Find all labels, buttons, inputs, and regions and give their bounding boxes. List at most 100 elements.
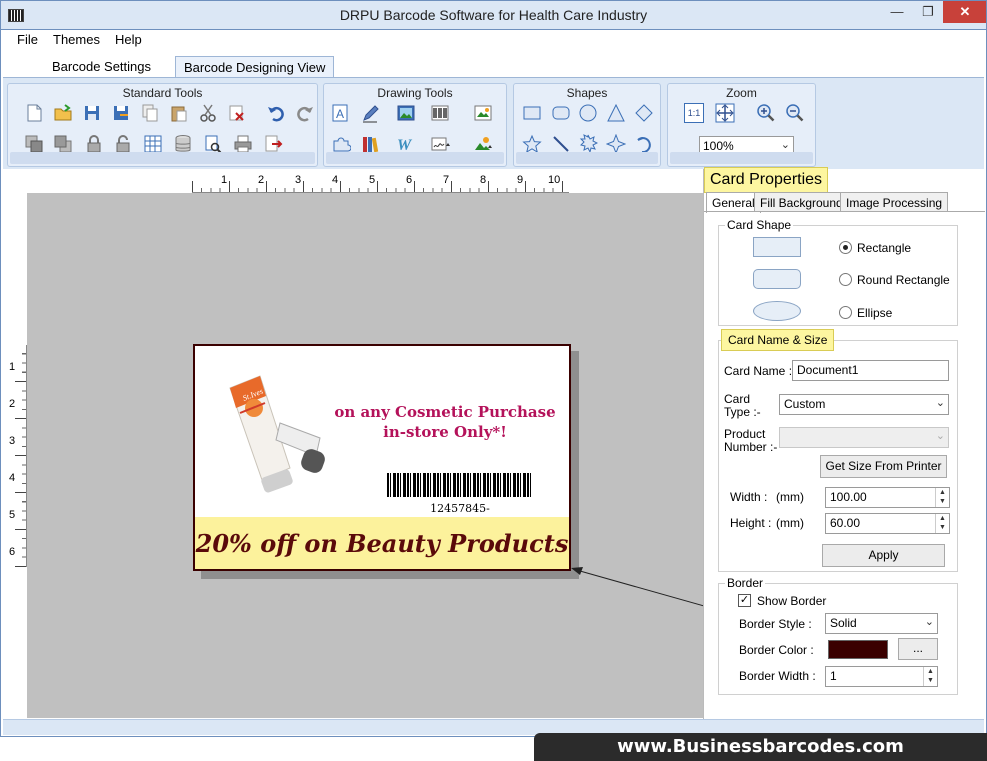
- watermark-tool-icon[interactable]: [473, 103, 493, 123]
- round-rectangle-shape-icon[interactable]: [551, 103, 571, 123]
- tab-general[interactable]: General: [706, 192, 761, 213]
- card-type-select[interactable]: Custom ⌄: [779, 394, 949, 415]
- tab-image-processing[interactable]: Image Processing: [840, 192, 949, 212]
- svg-text:A: A: [336, 107, 344, 121]
- ruler-mark: 2: [258, 174, 265, 186]
- rectangle-label: Rectangle: [857, 241, 912, 255]
- promo-text[interactable]: on any Cosmetic Purchase in-store Only*!: [325, 402, 565, 442]
- get-size-from-printer-button[interactable]: Get Size From Printer: [820, 455, 947, 478]
- rectangle-radio[interactable]: [839, 241, 852, 254]
- open-icon[interactable]: [53, 103, 73, 123]
- border-color-swatch[interactable]: [828, 640, 888, 659]
- minimize-button[interactable]: —: [881, 1, 913, 23]
- fit-to-window-icon[interactable]: [715, 103, 735, 123]
- actual-size-button[interactable]: 1:1: [684, 103, 704, 123]
- menu-help[interactable]: Help: [115, 32, 142, 47]
- database-icon[interactable]: [173, 134, 193, 154]
- rectangle-shape-icon[interactable]: [522, 103, 542, 123]
- height-unit: (mm): [776, 516, 804, 530]
- ellipse-shape-icon[interactable]: [578, 103, 598, 123]
- chevron-down-icon: ⌄: [780, 139, 790, 151]
- card-name-input[interactable]: Document1: [792, 360, 949, 381]
- wordart-icon[interactable]: W: [396, 134, 416, 154]
- tab-barcode-designing-view[interactable]: Barcode Designing View: [175, 56, 335, 78]
- arc-shape-icon[interactable]: [634, 134, 654, 154]
- apply-button[interactable]: Apply: [822, 544, 945, 567]
- border-width-input[interactable]: 1 ▲ ▼: [825, 666, 938, 687]
- unlock-icon[interactable]: [113, 134, 133, 154]
- export-icon[interactable]: [263, 134, 283, 154]
- ellipse-preview: [753, 301, 801, 321]
- copy-icon[interactable]: [140, 103, 160, 123]
- undo-icon[interactable]: [266, 103, 286, 123]
- ruler-mark: 8: [480, 174, 487, 186]
- card-type-value: Custom: [784, 397, 826, 411]
- print-preview-icon[interactable]: [203, 134, 223, 154]
- pencil-tool-icon[interactable]: [361, 103, 381, 123]
- zoom-in-icon[interactable]: [756, 103, 776, 123]
- border-color-picker-button[interactable]: ...: [898, 638, 938, 660]
- show-border-label: Show Border: [757, 594, 827, 608]
- card-properties-title: Card Properties: [704, 167, 829, 193]
- new-icon[interactable]: [24, 103, 44, 123]
- cosmetic-product-image[interactable]: St.Ives: [220, 368, 332, 493]
- redo-icon[interactable]: [295, 103, 315, 123]
- barcode-tool-icon[interactable]: [430, 103, 450, 123]
- round-rectangle-preview: [753, 269, 801, 289]
- send-to-back-icon[interactable]: [53, 134, 73, 154]
- card-shape-group: Card Shape Rectangle Round Rectangle Ell…: [718, 218, 958, 326]
- menu-file[interactable]: File: [17, 32, 38, 47]
- paste-icon[interactable]: [169, 103, 189, 123]
- card-shape-legend: Card Shape: [725, 218, 794, 232]
- barcode-card[interactable]: St.Ives on any Cosmetic Purchase in-stor…: [193, 344, 571, 571]
- width-label: Width :: [730, 490, 768, 504]
- diamond-shape-icon[interactable]: [634, 103, 654, 123]
- delete-icon[interactable]: [227, 103, 247, 123]
- height-stepper[interactable]: ▲ ▼: [935, 514, 949, 533]
- border-width-stepper[interactable]: ▲ ▼: [923, 667, 937, 686]
- product-number-select[interactable]: ⌄: [779, 427, 949, 448]
- card-name-size-title: Card Name & Size: [721, 329, 835, 351]
- tab-barcode-settings[interactable]: Barcode Settings: [44, 56, 159, 78]
- ellipse-radio[interactable]: [839, 306, 852, 319]
- height-input[interactable]: 60.00 ▲ ▼: [825, 513, 950, 534]
- grid-icon[interactable]: [143, 134, 163, 154]
- close-button[interactable]: ✕: [943, 1, 987, 23]
- barcode-image[interactable]: [387, 473, 533, 497]
- bring-to-front-icon[interactable]: [24, 134, 44, 154]
- tab-fill-background[interactable]: Fill Background: [754, 192, 849, 212]
- signature-tool-icon[interactable]: [430, 134, 450, 154]
- four-point-star-icon[interactable]: [606, 134, 626, 154]
- save-icon[interactable]: [82, 103, 102, 123]
- cut-icon[interactable]: [198, 103, 218, 123]
- zoom-out-icon[interactable]: [785, 103, 805, 123]
- round-rectangle-radio[interactable]: [839, 273, 852, 286]
- library-icon[interactable]: [361, 134, 381, 154]
- burst-shape-icon[interactable]: [578, 134, 598, 154]
- save-as-icon[interactable]: [111, 103, 131, 123]
- star-shape-icon[interactable]: [522, 134, 542, 154]
- puzzle-shape-icon[interactable]: [331, 134, 351, 154]
- triangle-shape-icon[interactable]: [606, 103, 626, 123]
- chevron-down-icon: ⌄: [935, 430, 945, 442]
- lock-icon[interactable]: [84, 134, 104, 154]
- maximize-button[interactable]: ❐: [913, 1, 943, 23]
- shapes-footer: [516, 152, 658, 164]
- picture-tool-icon[interactable]: [396, 103, 416, 123]
- ruler-mark: 2: [9, 398, 16, 410]
- show-border-checkbox[interactable]: ✓: [738, 594, 751, 607]
- line-shape-icon[interactable]: [551, 134, 571, 154]
- ruler-mark: 1: [221, 174, 228, 186]
- width-input[interactable]: 100.00 ▲ ▼: [825, 487, 950, 508]
- border-style-label: Border Style :: [739, 617, 812, 631]
- width-stepper[interactable]: ▲ ▼: [935, 488, 949, 507]
- text-tool-icon[interactable]: A: [331, 103, 351, 123]
- standard-tools-footer: [10, 152, 315, 164]
- website-url: www.Businessbarcodes.com: [617, 736, 904, 757]
- print-icon[interactable]: [233, 134, 253, 154]
- offer-banner[interactable]: 20% off on Beauty Products: [195, 517, 569, 569]
- rectangle-preview: [753, 237, 801, 257]
- border-style-select[interactable]: Solid ⌄: [825, 613, 938, 634]
- image-library-icon[interactable]: [473, 134, 493, 154]
- menu-themes[interactable]: Themes: [53, 32, 100, 47]
